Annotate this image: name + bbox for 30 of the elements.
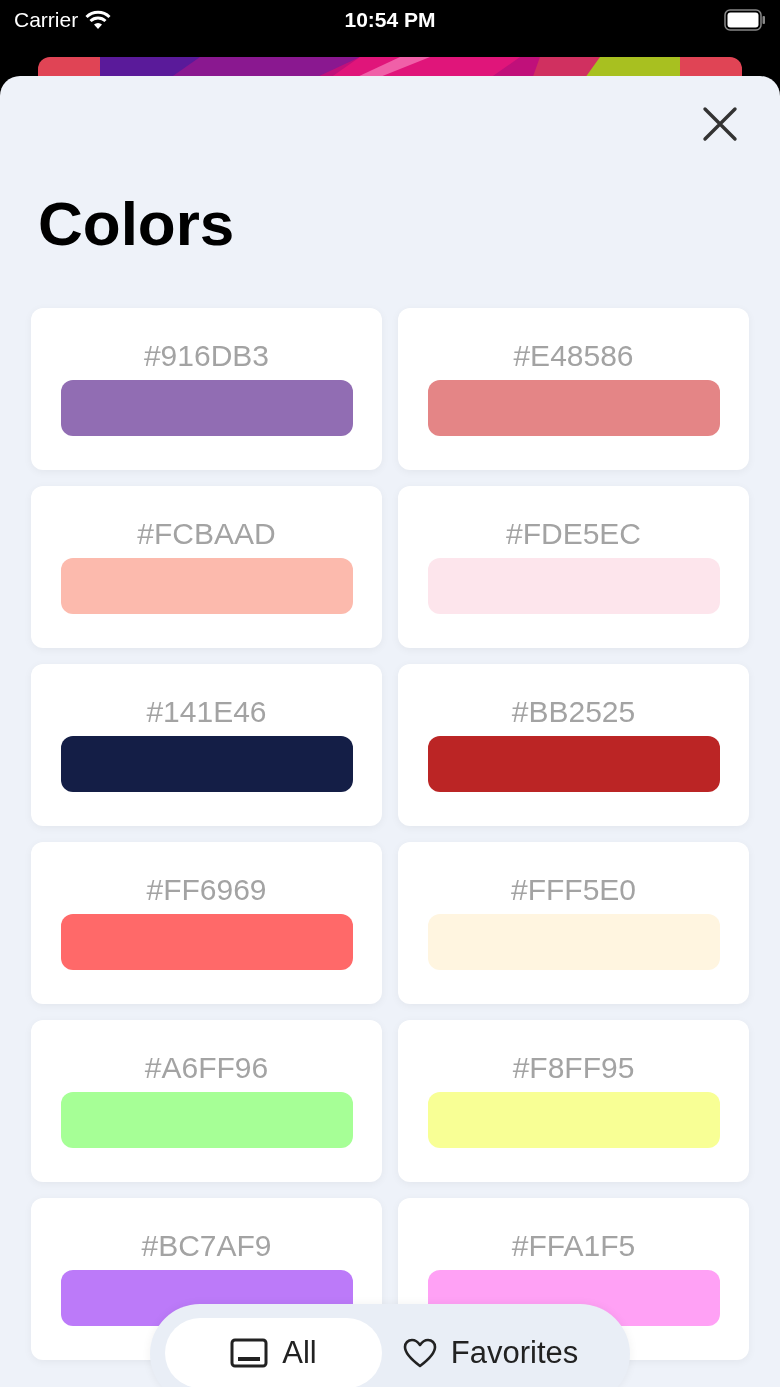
- color-card[interactable]: #141E46: [31, 664, 382, 826]
- carrier-name: Carrier: [14, 8, 79, 32]
- color-card[interactable]: #FFF5E0: [398, 842, 749, 1004]
- hex-code: #141E46: [146, 694, 267, 730]
- hex-code: #FDE5EC: [505, 516, 641, 552]
- tab[interactable]: All: [165, 1318, 382, 1387]
- color-card[interactable]: #916DB3: [31, 308, 382, 470]
- hex-code: #E48586: [513, 338, 634, 374]
- battery-icon: [724, 9, 766, 31]
- page-title: Colors: [38, 188, 236, 260]
- hex-code: #BB2525: [511, 694, 636, 730]
- wifi-icon: [84, 10, 113, 30]
- hex-code: #FFA1F5: [511, 1228, 636, 1264]
- screen-icon: [230, 1338, 269, 1368]
- color-card[interactable]: #F8FF95: [398, 1020, 749, 1182]
- hex-code: #FFF5E0: [510, 872, 636, 908]
- color-card[interactable]: #FCBAAD: [31, 486, 382, 648]
- hex-code: #FF6969: [146, 872, 267, 908]
- hex-code: #916DB3: [143, 338, 270, 374]
- hex-code: #BC7AF9: [141, 1228, 272, 1264]
- color-card[interactable]: #FDE5EC: [398, 486, 749, 648]
- hex-code: #FCBAAD: [137, 516, 276, 552]
- color-card[interactable]: #FF6969: [31, 842, 382, 1004]
- color-card[interactable]: #A6FF96: [31, 1020, 382, 1182]
- color-card[interactable]: #E48586: [398, 308, 749, 470]
- hex-code: #A6FF96: [144, 1050, 269, 1086]
- color-card[interactable]: #BB2525: [398, 664, 749, 826]
- hex-code: #F8FF95: [512, 1050, 635, 1086]
- status-time: 10:54 PM: [344, 8, 436, 32]
- heart-icon: [402, 1338, 437, 1368]
